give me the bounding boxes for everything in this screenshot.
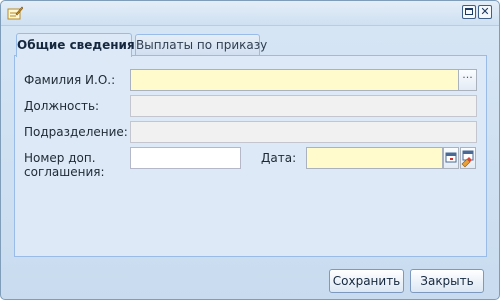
maximize-icon (465, 8, 473, 15)
calendar-icon (444, 148, 458, 168)
position-label: Должность: (24, 99, 100, 113)
clear-date-icon (461, 148, 475, 168)
close-icon: ✕ (480, 5, 490, 18)
dialog-window: ✕ Общие сведения Выплаты по приказу Фами… (0, 0, 500, 300)
ellipsis-icon: ··· (462, 71, 473, 84)
edit-window-icon (7, 5, 24, 21)
position-field (130, 95, 477, 117)
close-window-button[interactable]: ✕ (478, 5, 492, 19)
calendar-button[interactable] (443, 147, 459, 169)
tab-payments[interactable]: Выплаты по приказу (135, 34, 267, 55)
agreement-number-label-line1: Номер доп. (24, 151, 96, 165)
agreement-number-label-line2: соглашения: (24, 165, 105, 179)
clear-date-button[interactable] (460, 147, 476, 169)
save-button[interactable]: Сохранить (329, 269, 404, 293)
tab-general[interactable]: Общие сведения (16, 33, 135, 57)
agreement-number-field[interactable] (130, 147, 241, 169)
department-field (130, 121, 477, 143)
maximize-button[interactable] (462, 5, 476, 19)
department-label: Подразделение: (24, 125, 128, 139)
close-button[interactable]: Закрыть (410, 269, 484, 293)
fio-picker-button[interactable]: ··· (458, 69, 477, 91)
date-label: Дата: (261, 151, 297, 165)
title-bar[interactable]: ✕ (1, 1, 499, 26)
date-field[interactable] (306, 147, 443, 169)
fio-field[interactable] (130, 69, 459, 91)
fio-label: Фамилия И.О.: (24, 73, 116, 87)
